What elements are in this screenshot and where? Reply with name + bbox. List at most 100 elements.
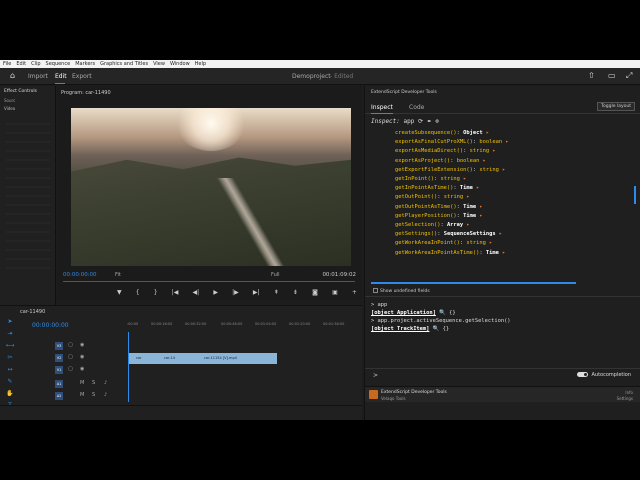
razor-icon[interactable]: ✂	[3, 354, 17, 366]
horizontal-scrollbar[interactable]	[371, 282, 576, 284]
member-row[interactable]: exportAsMediaDirect(): string ▸	[395, 147, 635, 156]
time-ruler[interactable]: :00:00 00:00:16:00 00:00:32:00 00:00:48:…	[127, 322, 354, 332]
ripple-edit-icon[interactable]: ⟷	[3, 342, 17, 354]
timeline-sequence-tab[interactable]: car-11490	[20, 309, 45, 315]
console-input[interactable]: > Autocompletion	[365, 368, 640, 382]
eye-icon[interactable]: ◉	[80, 366, 84, 372]
track-select-icon[interactable]: ⇥	[3, 330, 17, 342]
menu-window[interactable]: Window	[170, 61, 190, 67]
es-panel-title[interactable]: ExtendScript Developer Tools	[371, 90, 437, 95]
tab-code[interactable]: Code	[409, 104, 424, 111]
inspect-target[interactable]: app	[404, 118, 415, 125]
menu-file[interactable]: File	[3, 61, 11, 67]
eye-icon[interactable]: ◉	[80, 354, 84, 360]
search-icon[interactable]: 🔍	[439, 310, 446, 316]
tab-edit[interactable]: Edit	[55, 73, 67, 80]
settings-link[interactable]: Settings	[617, 396, 633, 401]
track-a2[interactable]: A2 M S ♪	[20, 391, 350, 401]
expand-arrow-icon[interactable]: ▸	[476, 204, 482, 210]
program-monitor-title[interactable]: Program: car-11490	[61, 90, 111, 96]
member-row[interactable]: getOutPointAsTime(): Time ▸	[395, 203, 635, 212]
expand-arrow-icon[interactable]: ▸	[460, 176, 466, 182]
pen-icon[interactable]: ✎	[3, 378, 17, 390]
member-row[interactable]: createSubsequence(): Object ▸	[395, 129, 635, 138]
member-row[interactable]: getInPoint(): string ▸	[395, 175, 635, 184]
playhead-timecode[interactable]: 00:00:00:00	[63, 272, 97, 278]
zoom-select[interactable]: Fit	[115, 272, 121, 278]
effect-controls-title[interactable]: Effect Controls	[0, 86, 55, 94]
program-scrubber[interactable]	[63, 281, 355, 282]
mute-icon[interactable]: M	[80, 380, 84, 386]
member-row[interactable]: getWorkAreaInPointAsTime(): Time ▸	[395, 249, 635, 258]
mark-in-icon[interactable]: {	[136, 289, 140, 296]
slip-icon[interactable]: ↔	[3, 366, 17, 378]
show-undefined-checkbox[interactable]: Show undefined fields	[373, 288, 430, 294]
step-back-icon[interactable]: ◀|	[193, 289, 200, 296]
expand-arrow-icon[interactable]: ▸	[489, 148, 495, 154]
comparison-icon[interactable]: ▣	[332, 289, 338, 296]
menu-help[interactable]: Help	[195, 61, 206, 67]
sync-lock-icon[interactable]: ▢	[68, 366, 73, 372]
expand-braces[interactable]: {}	[443, 326, 450, 332]
expand-arrow-icon[interactable]: ▸	[496, 231, 502, 237]
timeline-clip[interactable]: car-14	[150, 353, 190, 364]
add-icon[interactable]: +	[352, 289, 357, 296]
expand-arrow-icon[interactable]: ▸	[483, 130, 489, 136]
member-row[interactable]: getOutPoint(): string ▸	[395, 193, 635, 202]
autocompletion-toggle[interactable]: Autocompletion	[577, 372, 631, 378]
track-a1[interactable]: A1 M S ♪	[20, 379, 350, 389]
fullscreen-icon[interactable]: ▭	[608, 71, 616, 80]
selection-tool-icon[interactable]: ➤	[3, 318, 17, 330]
menu-edit[interactable]: Edit	[16, 61, 26, 67]
expand-icon[interactable]: ⤢	[626, 71, 632, 81]
toggle-layout-button[interactable]: Toggle layout	[597, 102, 635, 111]
expand-arrow-icon[interactable]: ▸	[463, 194, 469, 200]
mark-out-icon[interactable]: }	[154, 289, 158, 296]
track-v3[interactable]: V3 ▢ ◉	[20, 341, 350, 351]
menu-sequence[interactable]: Sequence	[46, 61, 71, 67]
timeline-playhead[interactable]	[128, 332, 129, 402]
expand-arrow-icon[interactable]: ▸	[463, 222, 469, 228]
member-row[interactable]: getInPointAsTime(): Time ▸	[395, 184, 635, 193]
go-to-out-icon[interactable]: ▶|	[253, 289, 260, 296]
expand-arrow-icon[interactable]: ▸	[473, 185, 479, 191]
extract-icon[interactable]: ⇟	[293, 289, 298, 296]
mic-icon[interactable]: ♪	[104, 380, 107, 386]
mute-icon[interactable]: M	[80, 392, 84, 398]
expand-arrow-icon[interactable]: ▸	[486, 240, 492, 246]
timeline-clip[interactable]: car	[128, 353, 150, 364]
timeline-clip[interactable]: car-11154 [V].mp4	[190, 353, 277, 364]
toggle-switch-icon[interactable]	[577, 372, 589, 377]
object-link[interactable]: [object TrackItem]	[371, 326, 429, 332]
expand-braces[interactable]: {}	[449, 310, 456, 316]
member-row[interactable]: exportAsFinalCutProXML(): boolean ▸	[395, 138, 635, 147]
expand-arrow-icon[interactable]: ▸	[476, 213, 482, 219]
member-row[interactable]: getWorkAreaInPoint(): string ▸	[395, 239, 635, 248]
info-link[interactable]: Info	[625, 390, 633, 395]
refresh-icon[interactable]: ⟳	[418, 118, 423, 125]
sync-lock-icon[interactable]: ▢	[68, 354, 73, 360]
object-link[interactable]: [object Application]	[371, 310, 436, 316]
menu-clip[interactable]: Clip	[31, 61, 40, 67]
timeline-timecode[interactable]: 00:00:00:00	[32, 322, 69, 329]
link-icon[interactable]: ⚭	[427, 118, 432, 125]
tab-export[interactable]: Export	[72, 73, 92, 80]
menu-view[interactable]: View	[153, 61, 165, 67]
hand-icon[interactable]: ✋	[3, 390, 17, 402]
member-row[interactable]: getSettings(): SequenceSettings ▸	[395, 230, 635, 239]
quick-export-icon[interactable]: ⇧	[588, 71, 595, 80]
expand-arrow-icon[interactable]: ▸	[499, 250, 505, 256]
home-icon[interactable]: ⌂	[10, 71, 15, 80]
member-row[interactable]: getSelection(): Array ▸	[395, 221, 635, 230]
go-to-in-icon[interactable]: |◀	[172, 289, 179, 296]
marker-icon[interactable]: ▼	[117, 289, 122, 296]
member-row[interactable]: getExportFileExtension(): string ▸	[395, 166, 635, 175]
close-icon[interactable]: ⊗	[435, 118, 439, 125]
member-row[interactable]: exportAsProject(): boolean ▸	[395, 157, 635, 166]
eye-icon[interactable]: ◉	[80, 342, 84, 348]
tab-inspect[interactable]: Inspect	[371, 104, 393, 111]
search-icon[interactable]: 🔍	[433, 326, 440, 332]
solo-icon[interactable]: S	[92, 392, 95, 398]
menu-graphics[interactable]: Graphics and Titles	[100, 61, 148, 67]
sync-lock-icon[interactable]: ▢	[68, 342, 73, 348]
